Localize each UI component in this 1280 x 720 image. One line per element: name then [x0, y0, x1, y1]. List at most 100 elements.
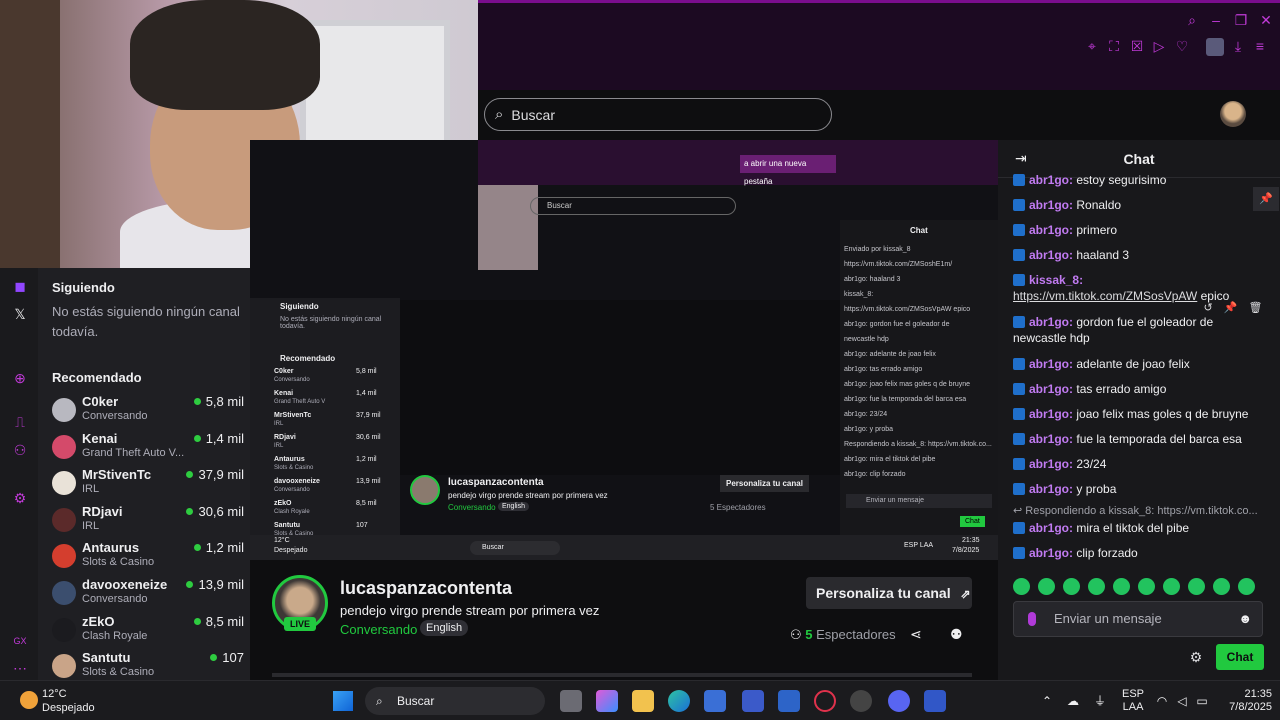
delete-icon[interactable]: 🗑 — [1249, 301, 1263, 321]
tray-chevron-icon[interactable]: ⌃ — [1040, 694, 1054, 708]
chat-username[interactable]: abr1go — [1029, 315, 1069, 329]
channel-item[interactable]: Kenai Grand Theft Auto V... 1,4 mil — [52, 431, 244, 467]
clock[interactable]: 21:35 7/8/2025 — [1222, 688, 1272, 714]
twitch-icon[interactable]: ◼ — [12, 278, 28, 294]
chat-message[interactable]: abr1go: fue la temporada del barca esa — [1013, 431, 1268, 447]
chat-username[interactable]: kissak_8 — [1029, 273, 1079, 287]
reply-link[interactable]: https://vm.tiktok.co... — [1157, 505, 1257, 517]
emote[interactable] — [1188, 578, 1205, 595]
mic-tray-icon[interactable]: ⏚ — [1093, 694, 1107, 708]
chat-input[interactable]: Enviar un mensaje ☻ — [1013, 601, 1263, 637]
menu-icon[interactable]: ≡ — [1252, 38, 1268, 54]
circle-plus-icon[interactable]: ⊕ — [12, 370, 28, 386]
settings-icon[interactable]: ⚙ — [12, 490, 28, 506]
emote[interactable] — [1163, 578, 1180, 595]
chat-message[interactable]: abr1go: primero — [1013, 222, 1268, 238]
emote[interactable] — [1238, 578, 1255, 595]
task-view-icon[interactable] — [560, 690, 582, 712]
discord-icon[interactable] — [888, 690, 910, 712]
chat-message[interactable]: abr1go: adelante de joao felix — [1013, 356, 1268, 372]
weather-description[interactable]: Despejado — [42, 702, 95, 714]
chat-message[interactable]: abr1go: tas errado amigo — [1013, 381, 1268, 397]
reply-icon[interactable]: ↺ — [1204, 301, 1213, 321]
chat-message[interactable]: abr1go: joao felix mas goles q de bruyne — [1013, 406, 1268, 422]
chat-username[interactable]: abr1go — [1029, 521, 1069, 535]
search-input[interactable]: ⌕ Buscar — [484, 98, 832, 131]
emote[interactable] — [1138, 578, 1155, 595]
emoji-icon[interactable]: ☻ — [1238, 602, 1252, 636]
group-icon[interactable]: ⚇ — [12, 442, 28, 458]
gx-icon[interactable]: GX — [12, 633, 28, 649]
chat-username[interactable]: abr1go — [1029, 382, 1069, 396]
channel-item[interactable]: Antaurus Slots & Casino 1,2 mil — [52, 540, 244, 576]
onedrive-icon[interactable]: ☁ — [1066, 694, 1080, 708]
customize-channel-button[interactable]: Personaliza tu canal ⇗ — [806, 577, 972, 609]
emote[interactable] — [1038, 578, 1055, 595]
chat-username[interactable]: abr1go — [1029, 457, 1069, 471]
weather-icon[interactable] — [20, 691, 38, 709]
x-icon[interactable]: 𝕏 — [12, 306, 28, 322]
chat-username[interactable]: abr1go — [1029, 432, 1069, 446]
close-icon[interactable]: ✕ — [1258, 12, 1274, 28]
pin-icon[interactable]: ⌖ — [1084, 38, 1100, 54]
chat-username[interactable]: abr1go — [1029, 223, 1069, 237]
chat-message[interactable]: abr1go: y proba — [1013, 481, 1268, 497]
streamer-name[interactable]: lucaspanzacontenta — [340, 578, 512, 599]
pin-message-icon[interactable]: 📌 — [1224, 301, 1238, 321]
emote[interactable] — [1088, 578, 1105, 595]
chat-settings-icon[interactable]: ⚙ — [1188, 649, 1204, 665]
language-indicator[interactable]: ESP LAA — [1122, 688, 1144, 714]
chat-username[interactable]: abr1go — [1029, 546, 1069, 560]
battery-icon[interactable]: ▭ — [1195, 694, 1209, 708]
app-icon[interactable] — [742, 690, 764, 712]
app2-icon[interactable] — [924, 690, 946, 712]
opera-gx-icon[interactable] — [814, 690, 836, 712]
windows-start-icon[interactable] — [333, 691, 353, 711]
chat-message[interactable]: abr1go: haaland 3 — [1013, 247, 1268, 263]
wifi-icon[interactable]: ◠ — [1155, 694, 1169, 708]
channel-item[interactable]: davooxeneize Conversando 13,9 mil — [52, 577, 244, 613]
chat-username[interactable]: abr1go — [1029, 482, 1069, 496]
box-x-icon[interactable]: ☒ — [1129, 38, 1145, 54]
share-icon[interactable]: ⋖ — [910, 626, 922, 643]
mic-icon[interactable] — [1028, 612, 1036, 626]
chat-username[interactable]: abr1go — [1029, 248, 1069, 262]
chat-username[interactable]: abr1go — [1029, 173, 1069, 187]
channel-item[interactable]: RDjavi IRL 30,6 mil — [52, 504, 244, 540]
store-icon[interactable] — [704, 690, 726, 712]
chat-link[interactable]: https://vm.tiktok.com/ZMSosVpAW — [1013, 289, 1197, 303]
chart-icon[interactable]: ⎍ — [12, 414, 28, 430]
user-avatar[interactable] — [1220, 101, 1246, 127]
channel-item[interactable]: C0ker Conversando 5,8 mil — [52, 394, 244, 430]
search-icon[interactable]: ⌕ — [1184, 12, 1200, 28]
file-explorer-icon[interactable] — [632, 690, 654, 712]
obs-icon[interactable] — [850, 690, 872, 712]
emote[interactable] — [1063, 578, 1080, 595]
channel-item[interactable]: MrStivenTc IRL 37,9 mil — [52, 467, 244, 503]
outlook-icon[interactable] — [778, 690, 800, 712]
chat-message[interactable]: kissak_8: https://vm.tiktok.com/ZMSosVpA… — [1013, 272, 1268, 304]
maximize-icon[interactable]: ❐ — [1233, 12, 1249, 28]
minimize-icon[interactable]: – — [1208, 12, 1224, 28]
emote[interactable] — [1213, 578, 1230, 595]
emote[interactable] — [1013, 578, 1030, 595]
chat-message[interactable]: abr1go: Ronaldo — [1013, 197, 1268, 213]
crop-icon[interactable]: ⛶ — [1106, 38, 1122, 54]
profile-icon[interactable] — [1206, 38, 1224, 56]
taskbar-search[interactable]: ⌕ Buscar — [365, 687, 545, 715]
chat-username[interactable]: abr1go — [1029, 198, 1069, 212]
chat-send-button[interactable]: Chat — [1216, 644, 1264, 670]
chat-username[interactable]: abr1go — [1029, 407, 1069, 421]
chat-message[interactable]: abr1go: mira el tiktok del pibe — [1013, 520, 1268, 536]
more-icon[interactable]: ⋯ — [12, 660, 28, 676]
user-options-icon[interactable]: ⚉ — [950, 626, 963, 643]
download-icon[interactable]: ⤓ — [1230, 38, 1246, 54]
weather-temperature[interactable]: 12°C — [42, 688, 67, 700]
chat-username[interactable]: abr1go — [1029, 357, 1069, 371]
heart-icon[interactable]: ♡ — [1174, 38, 1190, 54]
stream-category[interactable]: Conversando — [340, 622, 417, 637]
copilot-icon[interactable] — [596, 690, 618, 712]
emote[interactable] — [1113, 578, 1130, 595]
chat-message[interactable]: abr1go: estoy segurisimo — [1013, 172, 1268, 188]
chat-message[interactable]: abr1go: clip forzado — [1013, 545, 1268, 561]
